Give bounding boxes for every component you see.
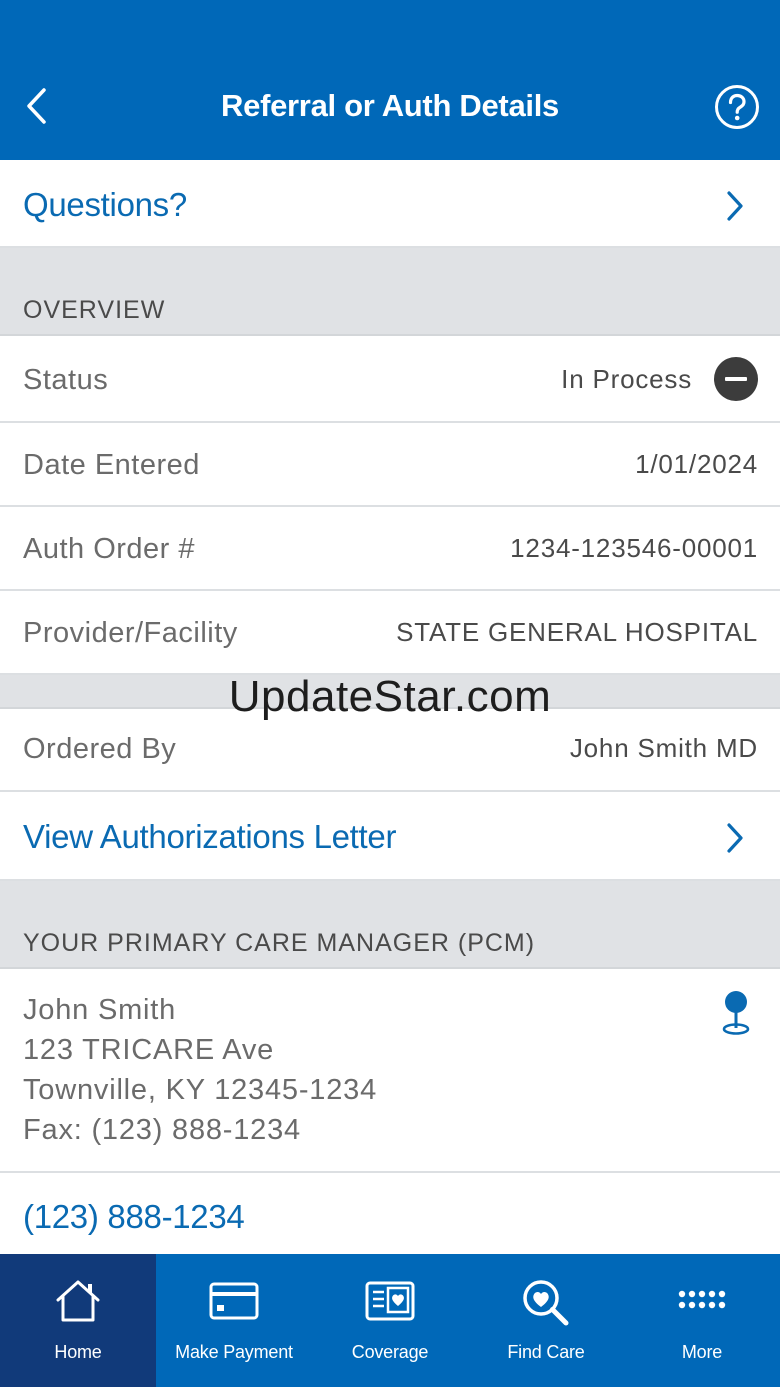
tab-label: Home — [54, 1342, 102, 1362]
auth-order-row: Auth Order # 1234-123546-00001 — [0, 507, 780, 591]
home-icon — [56, 1280, 100, 1322]
tab-more[interactable]: More — [624, 1254, 780, 1387]
tab-home[interactable]: Home — [0, 1254, 156, 1387]
auth-order-label: Auth Order # — [23, 533, 196, 565]
pcm-fax: Fax: (123) 888-1234 — [23, 1114, 301, 1146]
ordered-by-value: John Smith MD — [569, 733, 758, 763]
status-label: Status — [23, 364, 109, 396]
pcm-name: John Smith — [23, 994, 177, 1026]
provider-facility-label: Provider/Facility — [23, 617, 238, 649]
pcm-address-block: John Smith 123 TRICARE Ave Townville, KY… — [23, 990, 377, 1150]
tab-label: Make Payment — [175, 1342, 293, 1362]
date-entered-label: Date Entered — [23, 449, 200, 481]
tab-coverage[interactable]: Coverage — [312, 1254, 468, 1387]
date-entered-row: Date Entered 1/01/2024 — [0, 423, 780, 507]
page-title: Referral or Auth Details — [221, 88, 559, 123]
pcm-address-line-2: Townville, KY 12345-1234 — [23, 1074, 378, 1106]
status-row: Status In Process — [0, 336, 780, 423]
pcm-phone-link[interactable]: (123) 888-1234 — [23, 1198, 245, 1236]
ordered-by-label: Ordered By — [23, 733, 177, 765]
in-process-status-icon — [714, 357, 758, 401]
tab-find-care[interactable]: Find Care — [468, 1254, 624, 1387]
app-header: Referral or Auth Details — [0, 0, 780, 160]
help-icon[interactable] — [714, 84, 760, 130]
bottom-tab-bar: Home Make Payment Coverage Find Care Mor… — [0, 1254, 780, 1387]
questions-row[interactable]: Questions? — [0, 160, 780, 248]
pcm-section-header: YOUR PRIMARY CARE MANAGER (PCM) — [0, 881, 780, 969]
tab-label: Find Care — [507, 1342, 585, 1362]
tab-make-payment[interactable]: Make Payment — [156, 1254, 312, 1387]
view-authorizations-letter-row[interactable]: View Authorizations Letter — [0, 792, 780, 881]
status-value: In Process — [561, 364, 692, 394]
tab-label: Coverage — [351, 1342, 429, 1362]
coverage-card-icon — [365, 1281, 415, 1321]
date-entered-value: 1/01/2024 — [635, 449, 758, 479]
section-label-overview: OVERVIEW — [23, 296, 166, 324]
search-heart-icon — [523, 1280, 569, 1326]
section-label-pcm: YOUR PRIMARY CARE MANAGER (PCM) — [23, 929, 536, 957]
watermark-text: UpdateStar.com — [228, 672, 552, 721]
chevron-right-icon — [727, 191, 743, 221]
provider-facility-value: STATE GENERAL HOSPITAL — [396, 617, 758, 647]
dots-grid-icon — [678, 1290, 726, 1309]
tab-label: More — [681, 1342, 723, 1362]
overview-section-header: OVERVIEW — [0, 248, 780, 336]
credit-card-icon — [209, 1282, 259, 1320]
view-authorizations-letter-link[interactable]: View Authorizations Letter — [23, 818, 396, 856]
provider-facility-row: Provider/Facility STATE GENERAL HOSPITAL — [0, 591, 780, 675]
auth-order-value: 1234-123546-00001 — [510, 533, 758, 563]
chevron-right-icon — [727, 823, 743, 853]
map-pin-icon[interactable] — [720, 990, 752, 1036]
pcm-address-line-1: 123 TRICARE Ave — [23, 1034, 275, 1066]
questions-link[interactable]: Questions? — [23, 186, 187, 224]
